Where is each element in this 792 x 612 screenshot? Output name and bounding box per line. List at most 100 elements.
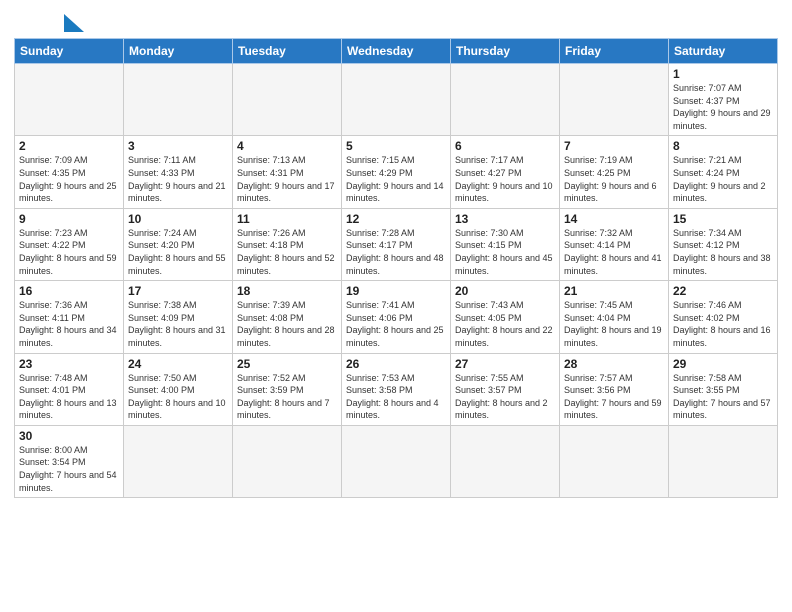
weekday-header-monday: Monday xyxy=(124,39,233,64)
day-info: Sunrise: 7:39 AM Sunset: 4:08 PM Dayligh… xyxy=(237,299,337,349)
calendar-cell: 14Sunrise: 7:32 AM Sunset: 4:14 PM Dayli… xyxy=(560,208,669,280)
calendar-cell: 11Sunrise: 7:26 AM Sunset: 4:18 PM Dayli… xyxy=(233,208,342,280)
calendar-cell: 10Sunrise: 7:24 AM Sunset: 4:20 PM Dayli… xyxy=(124,208,233,280)
header xyxy=(14,10,778,32)
day-number: 6 xyxy=(455,139,555,153)
day-info: Sunrise: 7:48 AM Sunset: 4:01 PM Dayligh… xyxy=(19,372,119,422)
day-number: 21 xyxy=(564,284,664,298)
day-info: Sunrise: 7:17 AM Sunset: 4:27 PM Dayligh… xyxy=(455,154,555,204)
day-info: Sunrise: 7:52 AM Sunset: 3:59 PM Dayligh… xyxy=(237,372,337,422)
calendar-cell: 27Sunrise: 7:55 AM Sunset: 3:57 PM Dayli… xyxy=(451,353,560,425)
calendar-cell xyxy=(451,64,560,136)
calendar-cell: 25Sunrise: 7:52 AM Sunset: 3:59 PM Dayli… xyxy=(233,353,342,425)
day-number: 7 xyxy=(564,139,664,153)
day-number: 15 xyxy=(673,212,773,226)
weekday-header-tuesday: Tuesday xyxy=(233,39,342,64)
day-number: 24 xyxy=(128,357,228,371)
day-number: 19 xyxy=(346,284,446,298)
day-info: Sunrise: 7:58 AM Sunset: 3:55 PM Dayligh… xyxy=(673,372,773,422)
day-info: Sunrise: 7:23 AM Sunset: 4:22 PM Dayligh… xyxy=(19,227,119,277)
day-info: Sunrise: 7:41 AM Sunset: 4:06 PM Dayligh… xyxy=(346,299,446,349)
calendar-cell: 21Sunrise: 7:45 AM Sunset: 4:04 PM Dayli… xyxy=(560,281,669,353)
calendar-cell xyxy=(669,425,778,497)
calendar-cell xyxy=(342,425,451,497)
calendar-cell: 12Sunrise: 7:28 AM Sunset: 4:17 PM Dayli… xyxy=(342,208,451,280)
calendar-cell: 3Sunrise: 7:11 AM Sunset: 4:33 PM Daylig… xyxy=(124,136,233,208)
calendar-cell: 19Sunrise: 7:41 AM Sunset: 4:06 PM Dayli… xyxy=(342,281,451,353)
day-number: 26 xyxy=(346,357,446,371)
day-number: 5 xyxy=(346,139,446,153)
calendar-cell: 5Sunrise: 7:15 AM Sunset: 4:29 PM Daylig… xyxy=(342,136,451,208)
day-info: Sunrise: 8:00 AM Sunset: 3:54 PM Dayligh… xyxy=(19,444,119,494)
day-number: 2 xyxy=(19,139,119,153)
day-info: Sunrise: 7:26 AM Sunset: 4:18 PM Dayligh… xyxy=(237,227,337,277)
day-info: Sunrise: 7:57 AM Sunset: 3:56 PM Dayligh… xyxy=(564,372,664,422)
day-number: 28 xyxy=(564,357,664,371)
calendar-cell: 28Sunrise: 7:57 AM Sunset: 3:56 PM Dayli… xyxy=(560,353,669,425)
day-number: 27 xyxy=(455,357,555,371)
calendar-cell: 22Sunrise: 7:46 AM Sunset: 4:02 PM Dayli… xyxy=(669,281,778,353)
day-info: Sunrise: 7:46 AM Sunset: 4:02 PM Dayligh… xyxy=(673,299,773,349)
day-number: 20 xyxy=(455,284,555,298)
day-info: Sunrise: 7:32 AM Sunset: 4:14 PM Dayligh… xyxy=(564,227,664,277)
calendar-header: SundayMondayTuesdayWednesdayThursdayFrid… xyxy=(15,39,778,64)
calendar-cell: 13Sunrise: 7:30 AM Sunset: 4:15 PM Dayli… xyxy=(451,208,560,280)
calendar-cell xyxy=(15,64,124,136)
weekday-header-saturday: Saturday xyxy=(669,39,778,64)
day-number: 1 xyxy=(673,67,773,81)
day-number: 25 xyxy=(237,357,337,371)
day-info: Sunrise: 7:09 AM Sunset: 4:35 PM Dayligh… xyxy=(19,154,119,204)
day-number: 22 xyxy=(673,284,773,298)
calendar-cell xyxy=(451,425,560,497)
day-info: Sunrise: 7:38 AM Sunset: 4:09 PM Dayligh… xyxy=(128,299,228,349)
calendar-cell: 1Sunrise: 7:07 AM Sunset: 4:37 PM Daylig… xyxy=(669,64,778,136)
day-info: Sunrise: 7:30 AM Sunset: 4:15 PM Dayligh… xyxy=(455,227,555,277)
calendar-cell: 9Sunrise: 7:23 AM Sunset: 4:22 PM Daylig… xyxy=(15,208,124,280)
page: SundayMondayTuesdayWednesdayThursdayFrid… xyxy=(0,0,792,612)
day-info: Sunrise: 7:28 AM Sunset: 4:17 PM Dayligh… xyxy=(346,227,446,277)
calendar-cell xyxy=(342,64,451,136)
day-number: 11 xyxy=(237,212,337,226)
day-info: Sunrise: 7:24 AM Sunset: 4:20 PM Dayligh… xyxy=(128,227,228,277)
calendar-cell: 2Sunrise: 7:09 AM Sunset: 4:35 PM Daylig… xyxy=(15,136,124,208)
day-number: 10 xyxy=(128,212,228,226)
calendar-cell xyxy=(233,64,342,136)
calendar-cell: 18Sunrise: 7:39 AM Sunset: 4:08 PM Dayli… xyxy=(233,281,342,353)
day-number: 14 xyxy=(564,212,664,226)
calendar-cell: 23Sunrise: 7:48 AM Sunset: 4:01 PM Dayli… xyxy=(15,353,124,425)
calendar-body: 1Sunrise: 7:07 AM Sunset: 4:37 PM Daylig… xyxy=(15,64,778,498)
day-number: 12 xyxy=(346,212,446,226)
day-info: Sunrise: 7:21 AM Sunset: 4:24 PM Dayligh… xyxy=(673,154,773,204)
day-info: Sunrise: 7:07 AM Sunset: 4:37 PM Dayligh… xyxy=(673,82,773,132)
calendar-cell: 26Sunrise: 7:53 AM Sunset: 3:58 PM Dayli… xyxy=(342,353,451,425)
day-number: 9 xyxy=(19,212,119,226)
day-number: 18 xyxy=(237,284,337,298)
calendar-cell xyxy=(560,425,669,497)
day-info: Sunrise: 7:55 AM Sunset: 3:57 PM Dayligh… xyxy=(455,372,555,422)
day-info: Sunrise: 7:50 AM Sunset: 4:00 PM Dayligh… xyxy=(128,372,228,422)
calendar-cell: 20Sunrise: 7:43 AM Sunset: 4:05 PM Dayli… xyxy=(451,281,560,353)
weekday-header-wednesday: Wednesday xyxy=(342,39,451,64)
day-number: 30 xyxy=(19,429,119,443)
day-info: Sunrise: 7:15 AM Sunset: 4:29 PM Dayligh… xyxy=(346,154,446,204)
weekday-header-thursday: Thursday xyxy=(451,39,560,64)
day-info: Sunrise: 7:45 AM Sunset: 4:04 PM Dayligh… xyxy=(564,299,664,349)
calendar-cell xyxy=(124,64,233,136)
calendar-cell xyxy=(124,425,233,497)
calendar-table: SundayMondayTuesdayWednesdayThursdayFrid… xyxy=(14,38,778,498)
day-info: Sunrise: 7:11 AM Sunset: 4:33 PM Dayligh… xyxy=(128,154,228,204)
logo-icon xyxy=(14,14,84,32)
calendar-cell: 29Sunrise: 7:58 AM Sunset: 3:55 PM Dayli… xyxy=(669,353,778,425)
weekday-header-sunday: Sunday xyxy=(15,39,124,64)
calendar-cell: 16Sunrise: 7:36 AM Sunset: 4:11 PM Dayli… xyxy=(15,281,124,353)
day-number: 8 xyxy=(673,139,773,153)
day-number: 16 xyxy=(19,284,119,298)
day-number: 17 xyxy=(128,284,228,298)
calendar-cell: 30Sunrise: 8:00 AM Sunset: 3:54 PM Dayli… xyxy=(15,425,124,497)
day-info: Sunrise: 7:53 AM Sunset: 3:58 PM Dayligh… xyxy=(346,372,446,422)
calendar-cell xyxy=(233,425,342,497)
calendar-cell: 8Sunrise: 7:21 AM Sunset: 4:24 PM Daylig… xyxy=(669,136,778,208)
day-info: Sunrise: 7:13 AM Sunset: 4:31 PM Dayligh… xyxy=(237,154,337,204)
calendar-cell: 6Sunrise: 7:17 AM Sunset: 4:27 PM Daylig… xyxy=(451,136,560,208)
calendar-cell: 15Sunrise: 7:34 AM Sunset: 4:12 PM Dayli… xyxy=(669,208,778,280)
